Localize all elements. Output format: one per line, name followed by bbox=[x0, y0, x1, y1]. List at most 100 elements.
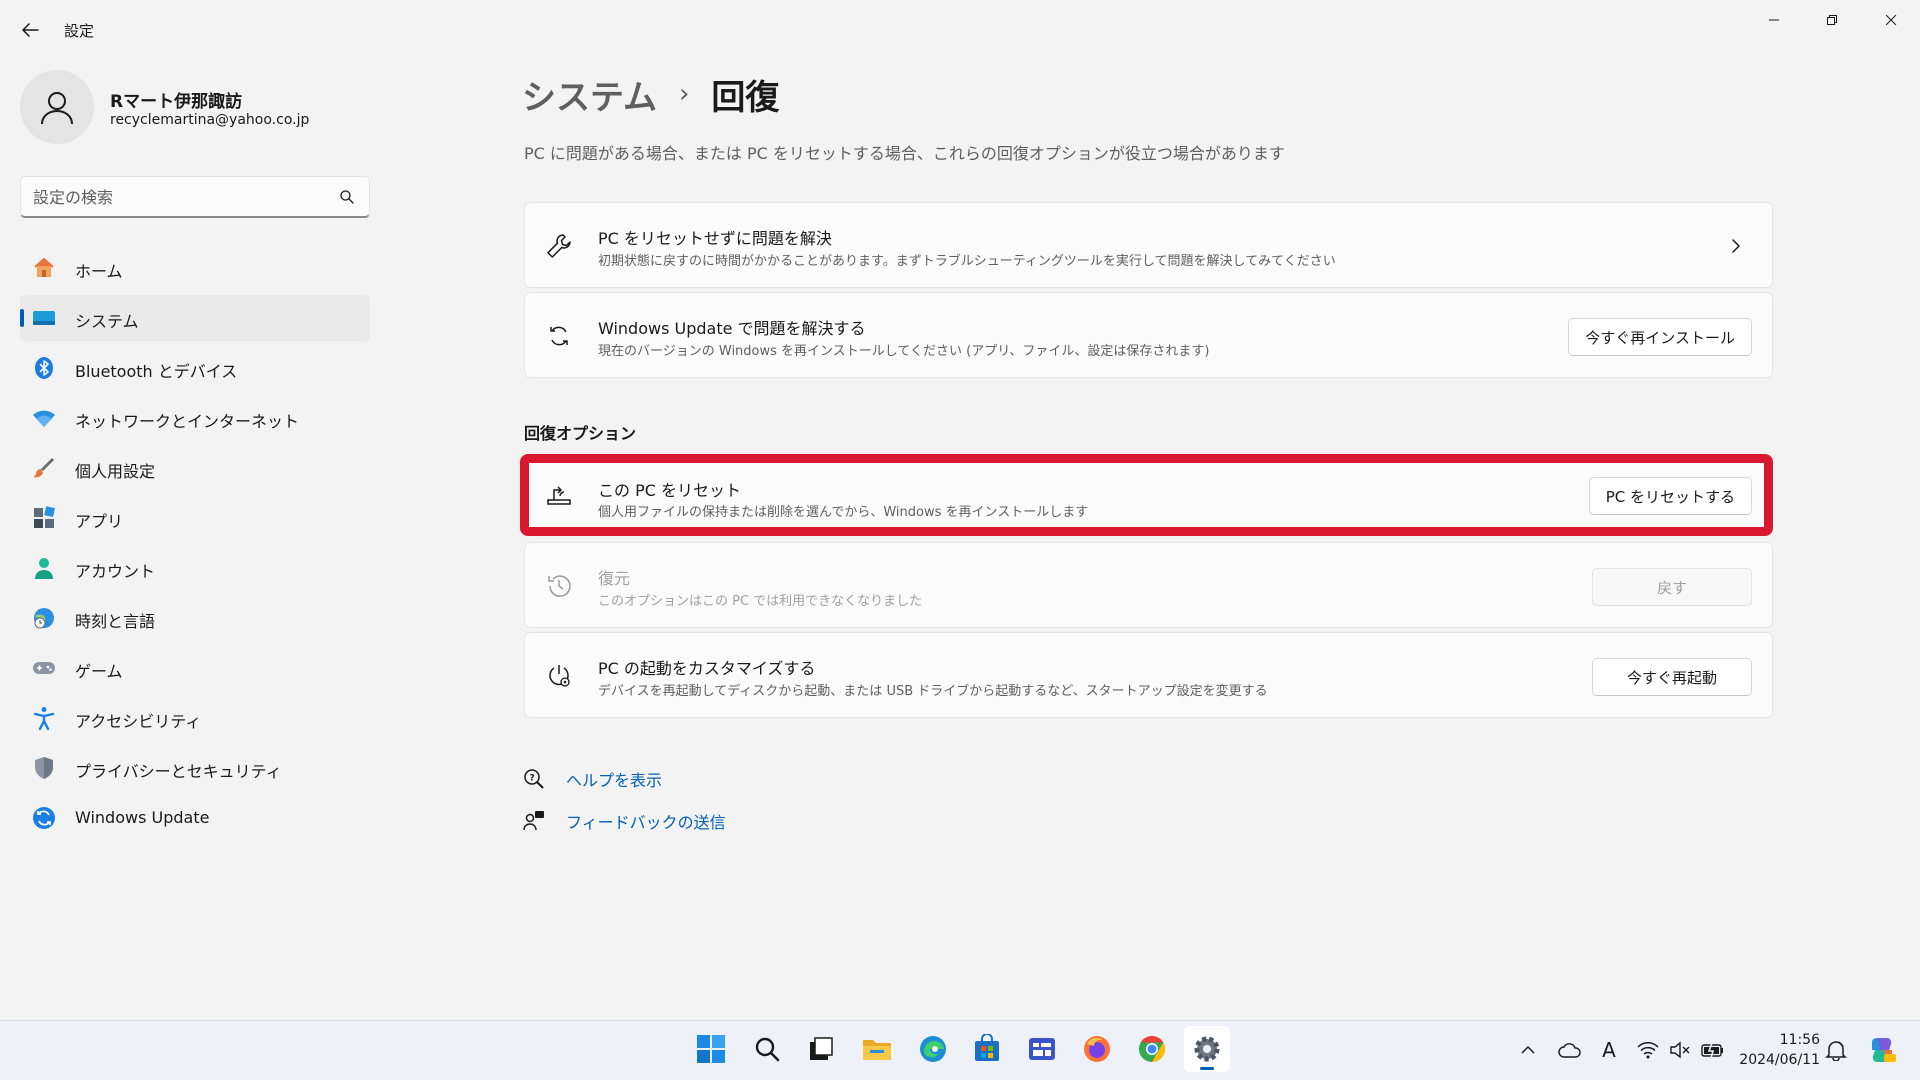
reinstall-now-button[interactable]: 今すぐ再インストール bbox=[1568, 318, 1752, 356]
copilot-button[interactable] bbox=[1864, 1020, 1900, 1080]
sidebar-item-bluetooth[interactable]: Bluetooth とデバイス bbox=[20, 345, 370, 391]
shield-icon bbox=[32, 756, 56, 780]
windows-update-fix-card: Windows Update で問題を解決する 現在のバージョンの Window… bbox=[524, 292, 1773, 378]
help-links: ? ヘルプを表示 フィードバックの送信 bbox=[522, 758, 726, 842]
brush-icon bbox=[32, 456, 56, 480]
reset-pc-button[interactable]: PC をリセットする bbox=[1588, 477, 1752, 515]
taskbar bbox=[0, 1020, 1920, 1080]
settings-app-button[interactable] bbox=[1184, 1026, 1230, 1072]
sidebar-item-windows-update[interactable]: Windows Update bbox=[20, 795, 370, 841]
recovery-options-heading: 回復オプション bbox=[524, 424, 637, 443]
battery-charging-icon bbox=[1701, 1042, 1723, 1058]
gear-icon bbox=[1194, 1036, 1220, 1062]
onedrive-tray-button[interactable] bbox=[1554, 1020, 1586, 1080]
card-title: PC の起動をカスタマイズする bbox=[598, 659, 816, 678]
widgets-icon bbox=[1029, 1038, 1055, 1060]
svg-text:?: ? bbox=[529, 774, 534, 784]
search-input[interactable] bbox=[33, 186, 333, 208]
sidebar-nav: ホーム システム Bluetooth とデバイス ネットワークとインターネット … bbox=[20, 245, 370, 845]
card-description: 個人用ファイルの保持または削除を選んでから、Windows を再インストールしま… bbox=[598, 505, 1089, 520]
get-help-link[interactable]: ? ヘルプを表示 bbox=[522, 758, 726, 800]
close-button[interactable] bbox=[1862, 0, 1920, 40]
person-icon bbox=[41, 92, 73, 125]
volume-tray-button[interactable] bbox=[1666, 1020, 1694, 1080]
sidebar-item-label: ホーム bbox=[75, 262, 123, 281]
back-button[interactable] bbox=[14, 14, 46, 46]
sidebar-item-label: Windows Update bbox=[75, 808, 210, 827]
battery-tray-button[interactable] bbox=[1698, 1020, 1728, 1080]
cloud-icon bbox=[1558, 1043, 1581, 1058]
folder-icon bbox=[863, 1040, 891, 1060]
title-bar: 設定 bbox=[0, 0, 1920, 58]
restore-button[interactable] bbox=[1803, 0, 1861, 40]
card-description: 現在のバージョンの Windows を再インストールしてください (アプリ、ファ… bbox=[598, 344, 1210, 359]
sidebar-item-time-language[interactable]: 時刻と言語 bbox=[20, 595, 370, 641]
file-explorer-button[interactable] bbox=[854, 1026, 900, 1072]
troubleshoot-card[interactable]: PC をリセットせずに問題を解決 初期状態に戻すのに時間がかかることがあります。… bbox=[524, 202, 1773, 288]
widgets-app-button[interactable] bbox=[1019, 1026, 1065, 1072]
microsoft-store-button[interactable] bbox=[964, 1026, 1010, 1072]
minimize-icon bbox=[1769, 19, 1779, 21]
chevron-right-icon bbox=[1732, 239, 1740, 253]
start-button[interactable] bbox=[688, 1026, 734, 1072]
sidebar-item-apps[interactable]: アプリ bbox=[20, 495, 370, 541]
sidebar-item-accessibility[interactable]: アクセシビリティ bbox=[20, 695, 370, 741]
sidebar-item-label: アクセシビリティ bbox=[75, 712, 202, 731]
reset-pc-icon bbox=[545, 482, 573, 510]
reset-pc-card: この PC をリセット 個人用ファイルの保持または削除を選んでから、Window… bbox=[524, 458, 1773, 532]
copilot-icon bbox=[1872, 1038, 1896, 1062]
accessibility-icon bbox=[32, 706, 56, 730]
bluetooth-icon bbox=[32, 356, 56, 380]
chrome-button[interactable] bbox=[1129, 1026, 1175, 1072]
sidebar-item-label: 個人用設定 bbox=[75, 462, 156, 481]
gamepad-icon bbox=[32, 656, 56, 680]
sidebar-item-personalization[interactable]: 個人用設定 bbox=[20, 445, 370, 491]
account-icon bbox=[32, 556, 56, 580]
edge-icon bbox=[920, 1036, 946, 1062]
firefox-button[interactable] bbox=[1074, 1026, 1120, 1072]
edge-browser-button[interactable] bbox=[910, 1026, 956, 1072]
sidebar-item-network[interactable]: ネットワークとインターネット bbox=[20, 395, 370, 441]
wifi-tray-button[interactable] bbox=[1634, 1020, 1662, 1080]
system-icon bbox=[32, 306, 56, 330]
taskbar-search-button[interactable] bbox=[744, 1026, 790, 1072]
breadcrumb: システム › 回復 bbox=[522, 70, 779, 118]
link-label[interactable]: フィードバックの送信 bbox=[566, 809, 726, 833]
volume-muted-icon bbox=[1670, 1041, 1690, 1059]
home-icon bbox=[32, 256, 56, 280]
search-icon bbox=[755, 1037, 780, 1062]
card-description: 初期状態に戻すのに時間がかかることがあります。まずトラブルシューティングツールを… bbox=[598, 254, 1336, 269]
back-arrow-icon bbox=[22, 23, 39, 37]
breadcrumb-separator: › bbox=[678, 79, 690, 109]
notifications-button[interactable] bbox=[1822, 1020, 1850, 1080]
search-box[interactable] bbox=[20, 176, 370, 218]
search-icon[interactable] bbox=[339, 189, 355, 205]
advanced-startup-card: PC の起動をカスタマイズする デバイスを再起動してディスクから起動、または U… bbox=[524, 632, 1773, 718]
sidebar-item-privacy-security[interactable]: プライバシーとセキュリティ bbox=[20, 745, 370, 791]
user-profile[interactable]: Rマート伊那諏訪 recyclemartina@yahoo.co.jp bbox=[20, 70, 370, 146]
restore-icon bbox=[1827, 15, 1837, 25]
restart-now-button[interactable]: 今すぐ再起動 bbox=[1592, 658, 1752, 696]
system-clock[interactable]: 11:56 2024/06/11 bbox=[1730, 1030, 1820, 1070]
breadcrumb-parent[interactable]: システム bbox=[522, 70, 657, 119]
app-title: 設定 bbox=[64, 22, 95, 40]
send-feedback-link[interactable]: フィードバックの送信 bbox=[522, 800, 726, 842]
sidebar-item-gaming[interactable]: ゲーム bbox=[20, 645, 370, 691]
task-view-button[interactable] bbox=[798, 1026, 844, 1072]
card-description: このオプションはこの PC では利用できなくなりました bbox=[598, 594, 923, 609]
clock-date: 2024/06/11 bbox=[1739, 1052, 1820, 1068]
minimize-button[interactable] bbox=[1745, 0, 1803, 40]
sidebar-item-system[interactable]: システム bbox=[20, 295, 370, 341]
ime-indicator[interactable]: A bbox=[1596, 1020, 1622, 1080]
link-label[interactable]: ヘルプを表示 bbox=[566, 767, 662, 791]
chevron-up-icon bbox=[1521, 1045, 1535, 1054]
show-hidden-icons-button[interactable] bbox=[1516, 1020, 1540, 1080]
windows-logo-icon bbox=[697, 1035, 725, 1063]
startup-icon bbox=[545, 662, 573, 690]
sidebar-item-label: ゲーム bbox=[75, 662, 123, 681]
network-icon bbox=[32, 406, 56, 430]
card-title: 復元 bbox=[598, 569, 631, 588]
sidebar-item-home[interactable]: ホーム bbox=[20, 245, 370, 291]
card-description: デバイスを再起動してディスクから起動、または USB ドライブから起動するなど、… bbox=[598, 684, 1268, 699]
sidebar-item-accounts[interactable]: アカウント bbox=[20, 545, 370, 591]
